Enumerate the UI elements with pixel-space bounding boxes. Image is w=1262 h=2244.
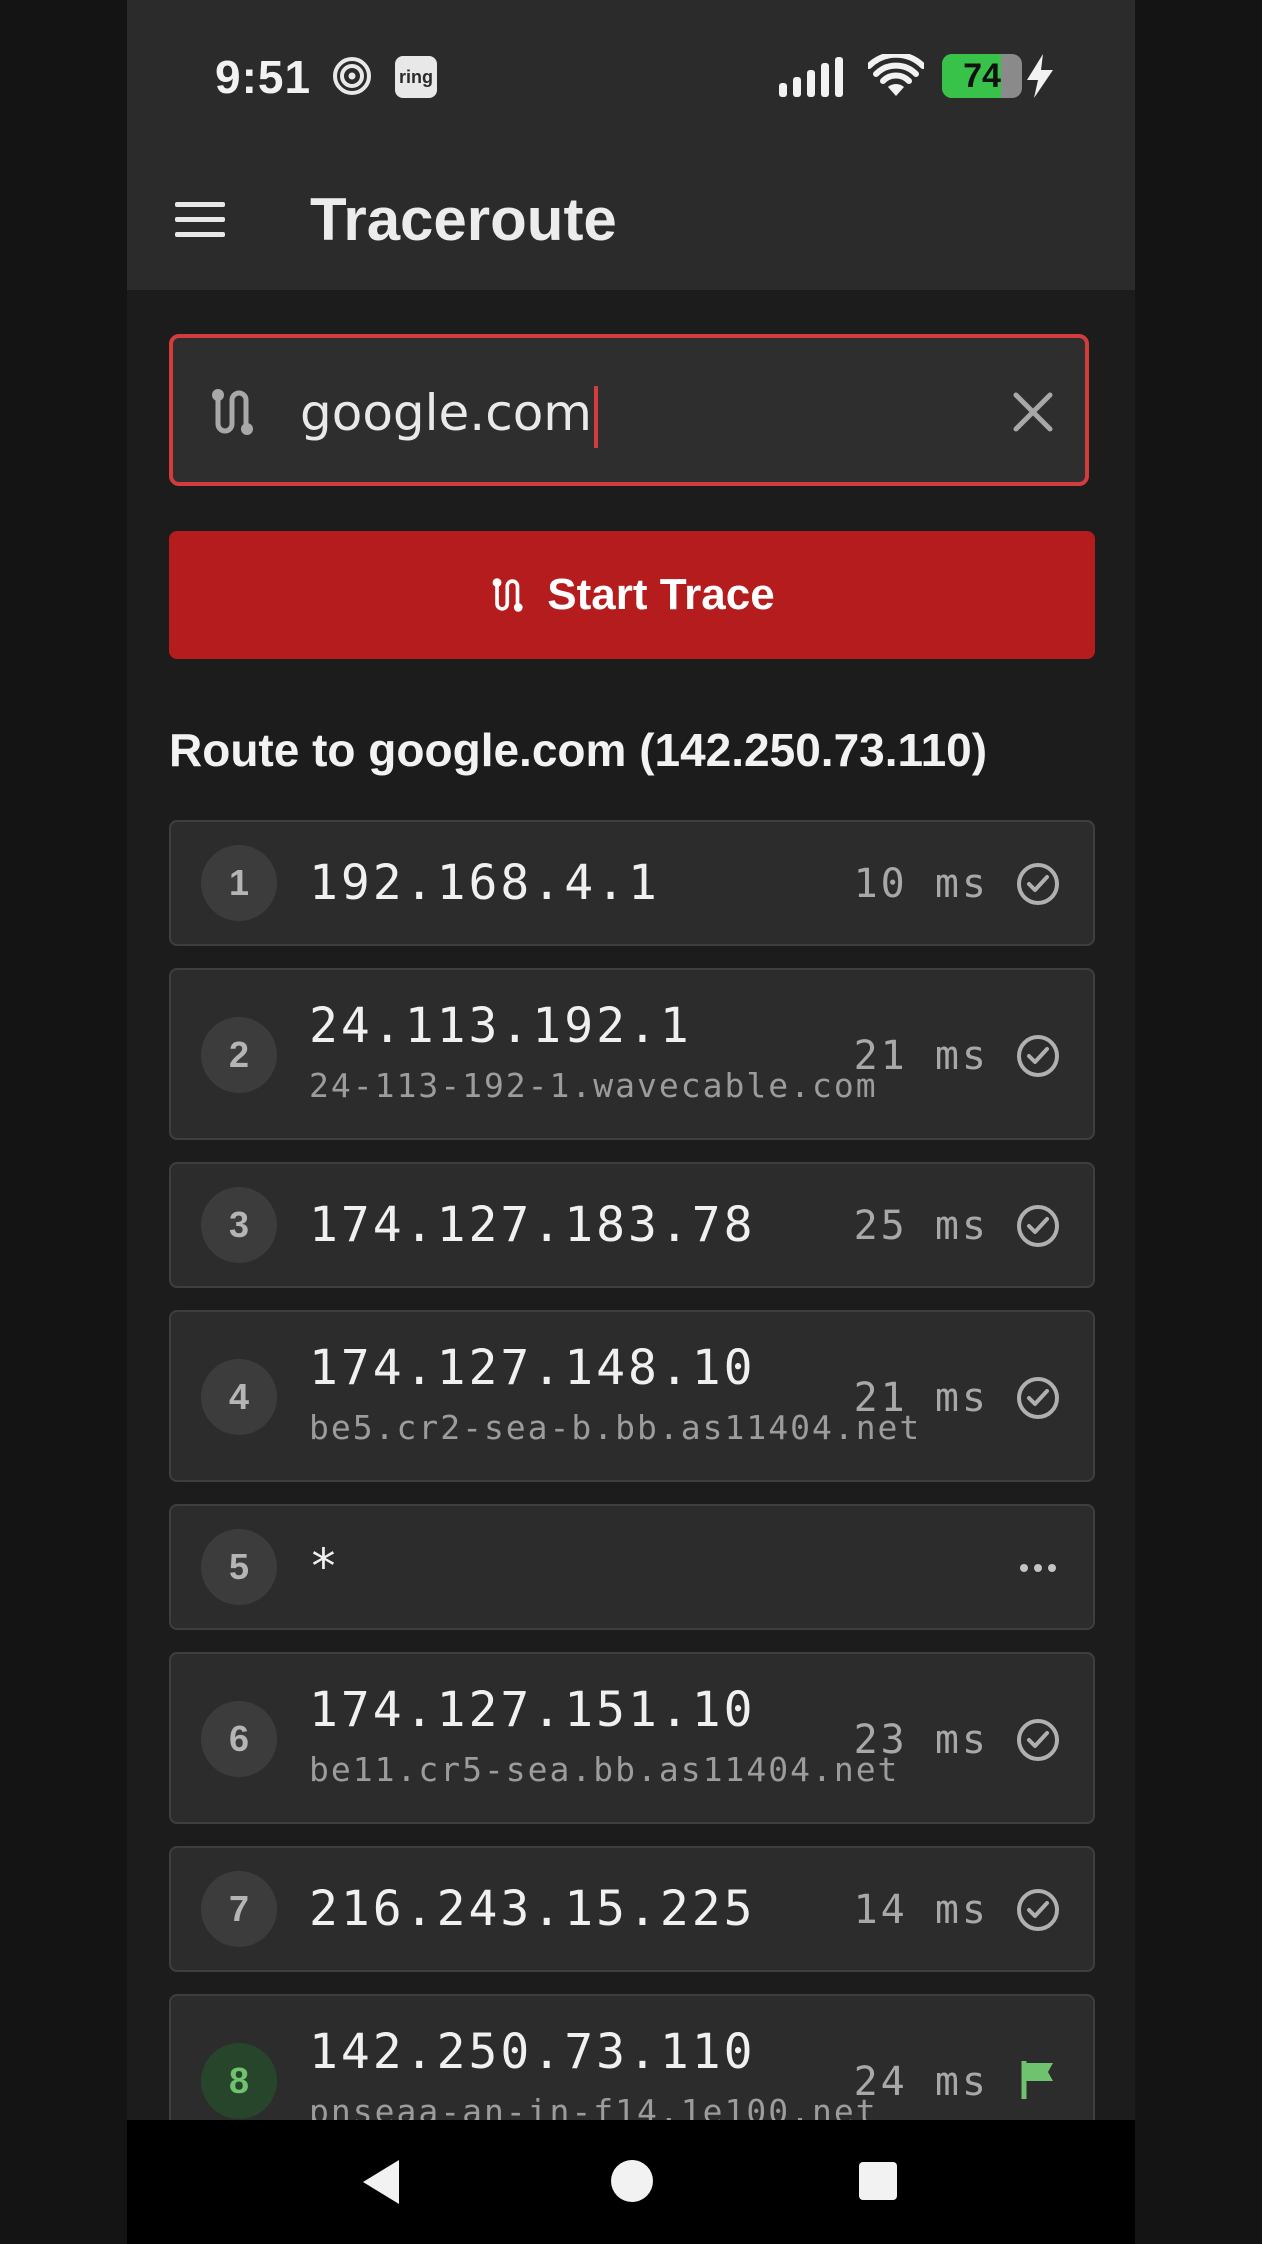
start-trace-label: Start Trace: [547, 570, 775, 619]
hop-ip: 24.113.192.1: [309, 998, 692, 1054]
hop-number: 4: [201, 1359, 277, 1435]
hop-number: 6: [201, 1701, 277, 1777]
host-input[interactable]: google.com: [169, 334, 1089, 486]
hop-latency: 21 ms: [853, 1375, 989, 1421]
flag-icon: [1015, 2057, 1061, 2108]
hop-ip: 216.243.15.225: [309, 1881, 756, 1937]
status-time: 9:51: [215, 51, 312, 103]
wifi-icon: [866, 51, 926, 103]
ring-app-icon: ring: [395, 56, 437, 98]
system-nav-bar: [127, 2120, 1135, 2244]
battery-percent: 74: [963, 56, 1001, 95]
battery-icon: 74: [942, 54, 1022, 98]
more-horizontal-icon: [1015, 1548, 1061, 1593]
hop-number: 8: [201, 2043, 277, 2119]
clear-icon[interactable]: [1011, 390, 1055, 439]
hop-ip: 174.127.151.10: [309, 1682, 756, 1738]
phone-screen: 9:51 ring 74 Traceroute google.com Start…: [127, 0, 1135, 2244]
hop-row[interactable]: 4 174.127.148.10 be5.cr2-sea-b.bb.as1140…: [169, 1310, 1095, 1482]
start-trace-button[interactable]: Start Trace: [169, 531, 1095, 659]
hop-hostname: 24-113-192-1.wavecable.com: [309, 1066, 878, 1105]
hop-row[interactable]: 2 24.113.192.1 24-113-192-1.wavecable.co…: [169, 968, 1095, 1140]
check-circle-icon: [1015, 861, 1061, 912]
back-icon[interactable]: [359, 2158, 403, 2211]
recents-icon[interactable]: [857, 2160, 899, 2207]
hop-ip: 174.127.183.78: [309, 1197, 756, 1253]
check-circle-icon: [1015, 1203, 1061, 1254]
hop-latency: 23 ms: [853, 1717, 989, 1763]
page-title: Traceroute: [310, 186, 617, 253]
hop-number: 3: [201, 1187, 277, 1263]
hop-latency: 21 ms: [853, 1033, 989, 1079]
hop-latency: 24 ms: [853, 2059, 989, 2105]
check-circle-icon: [1015, 1887, 1061, 1938]
hop-ip: 192.168.4.1: [309, 855, 660, 911]
hop-number: 2: [201, 1017, 277, 1093]
check-circle-icon: [1015, 1375, 1061, 1426]
hop-row[interactable]: 6 174.127.151.10 be11.cr5-sea.bb.as11404…: [169, 1652, 1095, 1824]
hop-ip: 174.127.148.10: [309, 1340, 756, 1396]
hop-row[interactable]: 7 216.243.15.225 14 ms: [169, 1846, 1095, 1972]
app-bar: Traceroute: [127, 150, 1135, 290]
hop-row[interactable]: 1 192.168.4.1 10 ms: [169, 820, 1095, 946]
host-input-value[interactable]: google.com: [300, 384, 598, 448]
hop-number: 7: [201, 1871, 277, 1947]
hop-hostname: be11.cr5-sea.bb.as11404.net: [309, 1750, 900, 1789]
hop-number: 1: [201, 845, 277, 921]
route-icon: [492, 578, 523, 612]
home-icon[interactable]: [609, 2158, 655, 2209]
check-circle-icon: [1015, 1717, 1061, 1768]
hop-row[interactable]: 3 174.127.183.78 25 ms: [169, 1162, 1095, 1288]
spiral-icon: [332, 56, 372, 101]
hop-latency: 14 ms: [853, 1887, 989, 1933]
check-circle-icon: [1015, 1033, 1061, 1084]
cellular-signal-icon: [779, 57, 849, 102]
hop-ip: *: [309, 1539, 341, 1595]
hop-ip: 142.250.73.110: [309, 2024, 756, 2080]
status-bar: 9:51 ring 74: [127, 0, 1135, 150]
route-icon: [207, 386, 259, 443]
hop-latency: 25 ms: [853, 1203, 989, 1249]
hop-row[interactable]: 5 *: [169, 1504, 1095, 1630]
charging-bolt-icon: [1025, 54, 1055, 103]
hop-hostname: be5.cr2-sea-b.bb.as11404.net: [309, 1408, 922, 1447]
route-title: Route to google.com (142.250.73.110): [169, 724, 988, 776]
hop-latency: 10 ms: [853, 861, 989, 907]
text-caret: [594, 385, 598, 448]
hop-number: 5: [201, 1529, 277, 1605]
hamburger-menu-icon[interactable]: [175, 202, 225, 238]
